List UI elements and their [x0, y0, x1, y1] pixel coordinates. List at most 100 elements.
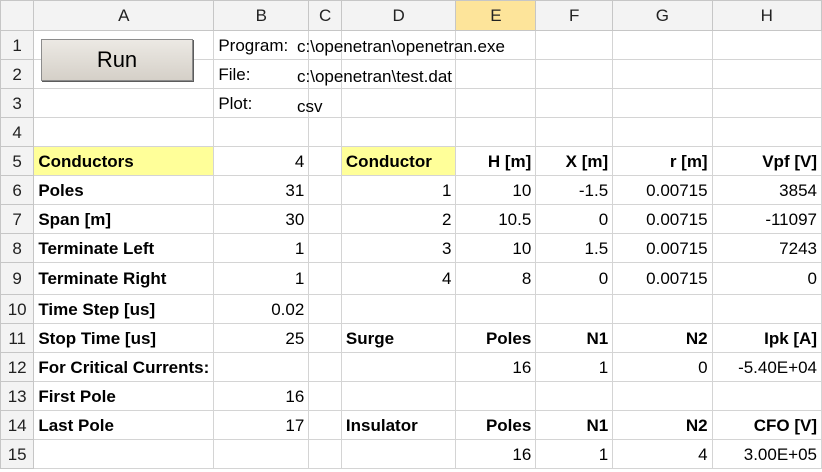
cell-h4[interactable]: [711, 117, 822, 147]
cell-a8[interactable]: Terminate Left: [33, 233, 215, 263]
column-header-c[interactable]: C: [308, 0, 342, 31]
cell-d15[interactable]: [340, 439, 457, 469]
cell-h14[interactable]: CFO [V]: [711, 410, 822, 440]
run-button[interactable]: Run: [41, 39, 193, 81]
cell-e14[interactable]: Poles: [455, 410, 537, 440]
cell-a14[interactable]: Last Pole: [33, 410, 215, 440]
cell-f3[interactable]: [535, 88, 614, 118]
cell-d7[interactable]: 2: [340, 204, 457, 234]
column-header-g[interactable]: G: [612, 0, 713, 31]
row-header-5[interactable]: 5: [0, 146, 35, 176]
column-header-d[interactable]: D: [340, 0, 457, 31]
cell-c10[interactable]: [308, 294, 342, 324]
cell-b15[interactable]: [213, 439, 310, 469]
cell-e13[interactable]: [455, 381, 537, 411]
cell-c5[interactable]: [308, 146, 342, 176]
cell-f9[interactable]: 0: [535, 262, 614, 295]
cell-h11[interactable]: Ipk [A]: [711, 323, 822, 353]
cell-f2[interactable]: [535, 59, 614, 89]
cell-g11[interactable]: N2: [612, 323, 713, 353]
cell-d6[interactable]: 1: [340, 175, 457, 205]
row-header-15[interactable]: 15: [0, 439, 35, 469]
cell-a11[interactable]: Stop Time [us]: [33, 323, 215, 353]
cell-e5[interactable]: H [m]: [455, 146, 537, 176]
cell-b9[interactable]: 1: [213, 262, 310, 295]
cell-h15[interactable]: 3.00E+05: [711, 439, 822, 469]
cell-e3[interactable]: [455, 88, 537, 118]
cell-g10[interactable]: [612, 294, 713, 324]
cell-a7[interactable]: Span [m]: [33, 204, 215, 234]
row-header-2[interactable]: 2: [0, 59, 35, 89]
cell-f6[interactable]: -1.5: [535, 175, 614, 205]
cell-h7[interactable]: -11097: [711, 204, 822, 234]
cell-d4[interactable]: [340, 117, 457, 147]
cell-g4[interactable]: [612, 117, 713, 147]
row-header-14[interactable]: 14: [0, 410, 35, 440]
cell-b8[interactable]: 1: [213, 233, 310, 263]
cell-f11[interactable]: N1: [535, 323, 614, 353]
row-header-10[interactable]: 10: [0, 294, 35, 324]
column-header-f[interactable]: F: [535, 0, 614, 31]
cell-g7[interactable]: 0.00715: [612, 204, 713, 234]
cell-e15[interactable]: 16: [455, 439, 537, 469]
cell-e12[interactable]: 16: [455, 352, 537, 382]
cell-a4[interactable]: [33, 117, 215, 147]
cell-d5[interactable]: Conductor: [340, 146, 457, 176]
row-header-9[interactable]: 9: [0, 262, 35, 295]
cell-f12[interactable]: 1: [535, 352, 614, 382]
row-header-7[interactable]: 7: [0, 204, 35, 234]
cell-g5[interactable]: r [m]: [612, 146, 713, 176]
row-header-11[interactable]: 11: [0, 323, 35, 353]
cell-h6[interactable]: 3854: [711, 175, 822, 205]
cell-g13[interactable]: [612, 381, 713, 411]
cell-c12[interactable]: [308, 352, 342, 382]
cell-g1[interactable]: [612, 30, 713, 60]
cell-a6[interactable]: Poles: [33, 175, 215, 205]
cell-c9[interactable]: [308, 262, 342, 295]
cell-f1[interactable]: [535, 30, 614, 60]
cell-f10[interactable]: [535, 294, 614, 324]
file-path-value[interactable]: c:\openetran\test.dat: [297, 67, 452, 87]
cell-e6[interactable]: 10: [455, 175, 537, 205]
cell-h2[interactable]: [711, 59, 822, 89]
cell-d11[interactable]: Surge: [340, 323, 457, 353]
cell-e4[interactable]: [455, 117, 537, 147]
cell-b1[interactable]: Program:: [213, 30, 310, 60]
cell-f7[interactable]: 0: [535, 204, 614, 234]
column-header-e[interactable]: E: [455, 0, 537, 31]
cell-f8[interactable]: 1.5: [535, 233, 614, 263]
cell-g9[interactable]: 0.00715: [612, 262, 713, 295]
cell-e7[interactable]: 10.5: [455, 204, 537, 234]
cell-a15[interactable]: [33, 439, 215, 469]
row-header-4[interactable]: 4: [0, 117, 35, 147]
cell-d10[interactable]: [340, 294, 457, 324]
cell-h13[interactable]: [711, 381, 822, 411]
cell-h5[interactable]: Vpf [V]: [711, 146, 822, 176]
cell-d3[interactable]: [340, 88, 457, 118]
cell-d12[interactable]: [340, 352, 457, 382]
row-header-3[interactable]: 3: [0, 88, 35, 118]
cell-g8[interactable]: 0.00715: [612, 233, 713, 263]
cell-f15[interactable]: 1: [535, 439, 614, 469]
cell-b3[interactable]: Plot:: [213, 88, 310, 118]
row-header-6[interactable]: 6: [0, 175, 35, 205]
cell-d14[interactable]: Insulator: [340, 410, 457, 440]
cell-d9[interactable]: 4: [340, 262, 457, 295]
column-header-b[interactable]: B: [213, 0, 310, 31]
cell-c6[interactable]: [308, 175, 342, 205]
plot-format-value[interactable]: csv: [297, 97, 323, 117]
cell-a3[interactable]: [33, 88, 215, 118]
cell-f5[interactable]: X [m]: [535, 146, 614, 176]
cell-e9[interactable]: 8: [455, 262, 537, 295]
cell-f13[interactable]: [535, 381, 614, 411]
cell-b12[interactable]: [213, 352, 310, 382]
cell-a12[interactable]: For Critical Currents:: [33, 352, 215, 382]
cell-h12[interactable]: -5.40E+04: [711, 352, 822, 382]
row-header-12[interactable]: 12: [0, 352, 35, 382]
cell-c14[interactable]: [308, 410, 342, 440]
cell-g15[interactable]: 4: [612, 439, 713, 469]
cell-b13[interactable]: 16: [213, 381, 310, 411]
cell-e8[interactable]: 10: [455, 233, 537, 263]
cell-d13[interactable]: [340, 381, 457, 411]
cell-a13[interactable]: First Pole: [33, 381, 215, 411]
